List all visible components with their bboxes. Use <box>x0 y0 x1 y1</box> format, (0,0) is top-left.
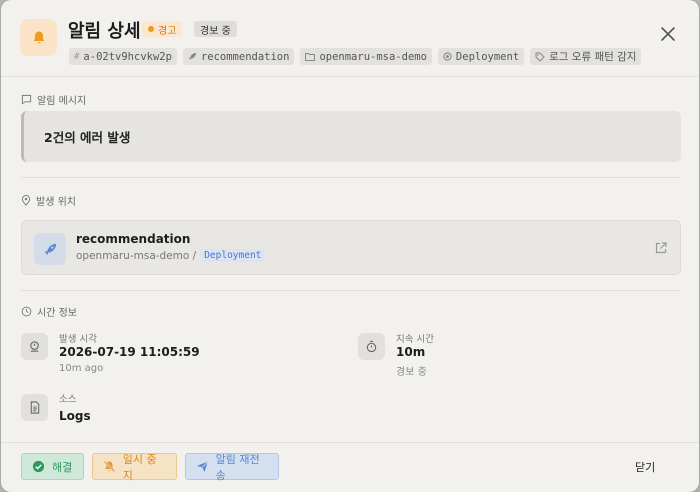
close-text-button[interactable]: 닫기 <box>635 459 655 475</box>
bell-off-icon <box>103 460 116 473</box>
occurred-relative: 10m ago <box>59 363 104 374</box>
footer-divider <box>1 442 699 443</box>
alert-message: 2건의 에러 발생 <box>21 111 681 162</box>
close-button[interactable] <box>656 22 680 46</box>
duration-label: 지속 시간 <box>396 334 434 345</box>
location-namespace: openmaru-msa-demo / <box>76 249 197 262</box>
time-section-label-text: 시간 정보 <box>37 308 77 319</box>
section-divider <box>21 290 681 291</box>
snooze-button-label: 일시 중지 <box>122 452 157 482</box>
chip-rule-text: 로그 오류 패턴 감지 <box>549 51 637 63</box>
chip-kind: Deployment <box>437 48 525 65</box>
stopwatch-icon <box>358 333 385 360</box>
chip-namespace: openmaru-msa-demo <box>300 48 432 65</box>
alert-detail-modal: 알림 상세 경고 경보 중 # a-02tv9hcvkw2p recommend… <box>1 0 699 492</box>
external-link-icon[interactable] <box>654 241 668 255</box>
duration-value: 10m <box>396 345 426 359</box>
chip-workload: recommendation <box>182 48 295 65</box>
chip-workload-text: recommendation <box>200 50 290 63</box>
severity-badge-label: 경고 <box>158 25 177 37</box>
occurred-label: 발생 시각 <box>59 334 97 345</box>
snooze-button[interactable]: 일시 중지 <box>92 452 177 482</box>
location-name: recommendation <box>76 232 191 246</box>
chip-kind-text: Deployment <box>455 50 520 63</box>
clock-icon <box>21 306 32 317</box>
time-section-label: 시간 정보 <box>21 304 77 319</box>
duration-status: 경보 중 <box>396 367 427 378</box>
modal-header: 알림 상세 경고 경보 중 # a-02tv9hcvkw2p recommend… <box>1 0 699 77</box>
severity-badge: 경고 <box>142 21 183 37</box>
alarm-clock-icon <box>21 333 48 360</box>
rocket-icon <box>34 233 66 265</box>
resolve-button[interactable]: 해결 <box>21 453 84 480</box>
rocket-icon <box>188 52 197 60</box>
message-section-label: 알림 메시지 <box>21 92 86 107</box>
resolve-button-label: 해결 <box>52 460 73 474</box>
chip-alert-id: # a-02tv9hcvkw2p <box>69 48 177 65</box>
bell-icon <box>20 19 57 56</box>
map-pin-icon <box>21 195 31 206</box>
resend-button-label: 알림 재전송 <box>215 452 260 482</box>
message-icon <box>21 94 32 105</box>
chip-alert-id-text: a-02tv9hcvkw2p <box>83 50 172 63</box>
alert-message-text: 2건의 에러 발생 <box>44 130 131 145</box>
location-kind-badge: Deployment <box>200 249 266 262</box>
page-title: 알림 상세 <box>68 21 141 42</box>
check-circle-icon <box>32 460 45 473</box>
send-icon <box>196 461 208 472</box>
hash-icon: # <box>74 51 80 62</box>
folder-icon <box>305 53 316 61</box>
chip-namespace-text: openmaru-msa-demo <box>319 50 427 63</box>
tag-icon <box>535 52 545 62</box>
location-section-label: 발생 위치 <box>21 193 76 208</box>
source-label: 소스 <box>59 394 77 405</box>
message-section-label-text: 알림 메시지 <box>37 96 87 107</box>
status-dot <box>148 26 154 32</box>
cube-icon <box>443 52 452 61</box>
document-icon <box>21 394 48 421</box>
state-badge: 경보 중 <box>194 21 237 37</box>
source-value: Logs <box>59 409 91 423</box>
location-path: openmaru-msa-demo / Deployment <box>76 249 266 262</box>
occurred-value: 2026-07-19 11:05:59 <box>59 345 200 359</box>
chip-rule: 로그 오류 패턴 감지 <box>530 48 642 65</box>
state-badge-label: 경보 중 <box>200 25 231 37</box>
alert-meta-chips: # a-02tv9hcvkw2p recommendation openmaru… <box>69 48 642 65</box>
section-divider <box>21 177 681 178</box>
location-section-label-text: 발생 위치 <box>36 197 76 208</box>
resend-alert-button[interactable]: 알림 재전송 <box>185 452 279 482</box>
location-card[interactable]: recommendation openmaru-msa-demo / Deplo… <box>21 220 681 275</box>
close-icon <box>661 27 675 41</box>
